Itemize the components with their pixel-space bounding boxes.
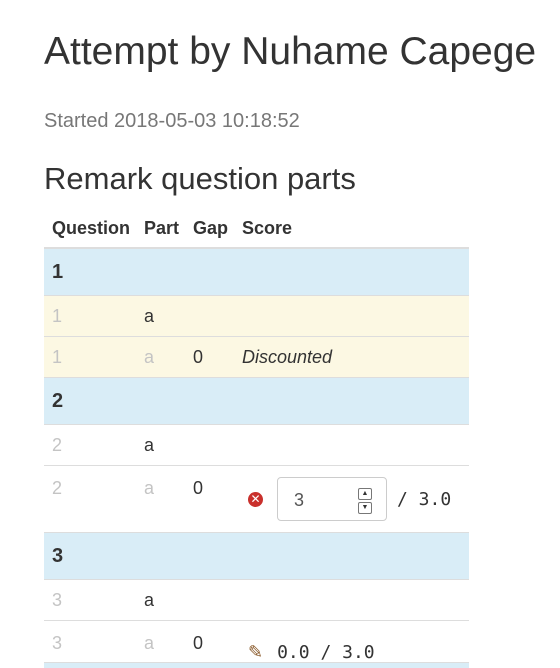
row-part: a [136,424,185,466]
question-row: 1 [44,247,469,296]
row-question: 3 [44,579,136,621]
table-header-row: Question Part Gap Score [44,210,469,249]
section-title: Remark question parts [44,161,356,196]
page-title: Attempt by Nuhame Capege [44,30,537,73]
question-row: 2 [44,377,469,425]
row-score [234,295,469,337]
row-part: a [136,336,185,378]
header-question: Question [44,210,136,249]
score-max: / 3.0 [397,488,452,510]
gap-row: 2 a 0 ✕ ▲ ▼ / 3.0 [44,465,469,533]
header-score: Score [234,210,469,249]
header-part: Part [136,210,185,249]
part-row: 3 a [44,579,469,621]
part-row: 1 a [44,295,469,337]
row-gap [185,295,234,337]
row-gap [185,424,234,466]
page: Attempt by Nuhame Capege Started 2018-05… [0,0,560,668]
close-circle-icon[interactable]: ✕ [248,491,263,507]
row-gap: 0 [185,620,234,668]
row-part: a [136,295,185,337]
score-cell: ✕ ▲ ▼ / 3.0 [234,465,469,533]
gap-row: 1 a 0 Discounted [44,336,469,378]
row-question: 1 [44,336,136,378]
row-question: 1 [44,295,136,337]
question-number: 1 [44,247,469,296]
score-spinner[interactable]: ▲ ▼ [358,488,372,514]
spinner-down-icon[interactable]: ▼ [358,502,372,514]
row-gap: 0 [185,336,234,378]
row-part: a [136,465,185,533]
started-timestamp: Started 2018-05-03 10:18:52 [44,110,300,132]
row-question: 2 [44,465,136,533]
row-part: a [136,620,185,668]
question-number: 3 [44,532,469,580]
remark-table: Question Part Gap Score 1 1 a 1 a 0 Disc… [44,210,469,668]
part-row: 2 a [44,424,469,466]
discounted-label: Discounted [234,336,469,378]
pencil-icon[interactable]: ✎ [248,642,263,663]
score-input[interactable] [292,479,366,521]
row-gap [185,579,234,621]
question-row: 3 [44,532,469,580]
row-question: 2 [44,424,136,466]
header-gap: Gap [185,210,234,249]
next-question-row [44,662,469,668]
gap-row: 3 a 0 ✎ 0.0 / 3.0 [44,620,469,668]
score-input-box[interactable]: ▲ ▼ [277,477,387,521]
question-number: 2 [44,377,469,425]
score-text: 0.0 / 3.0 [277,641,375,663]
score-cell: ✎ 0.0 / 3.0 [234,620,469,668]
row-part: a [136,579,185,621]
row-score [234,579,469,621]
spinner-up-icon[interactable]: ▲ [358,488,372,500]
row-question: 3 [44,620,136,668]
row-gap: 0 [185,465,234,533]
row-score [234,424,469,466]
